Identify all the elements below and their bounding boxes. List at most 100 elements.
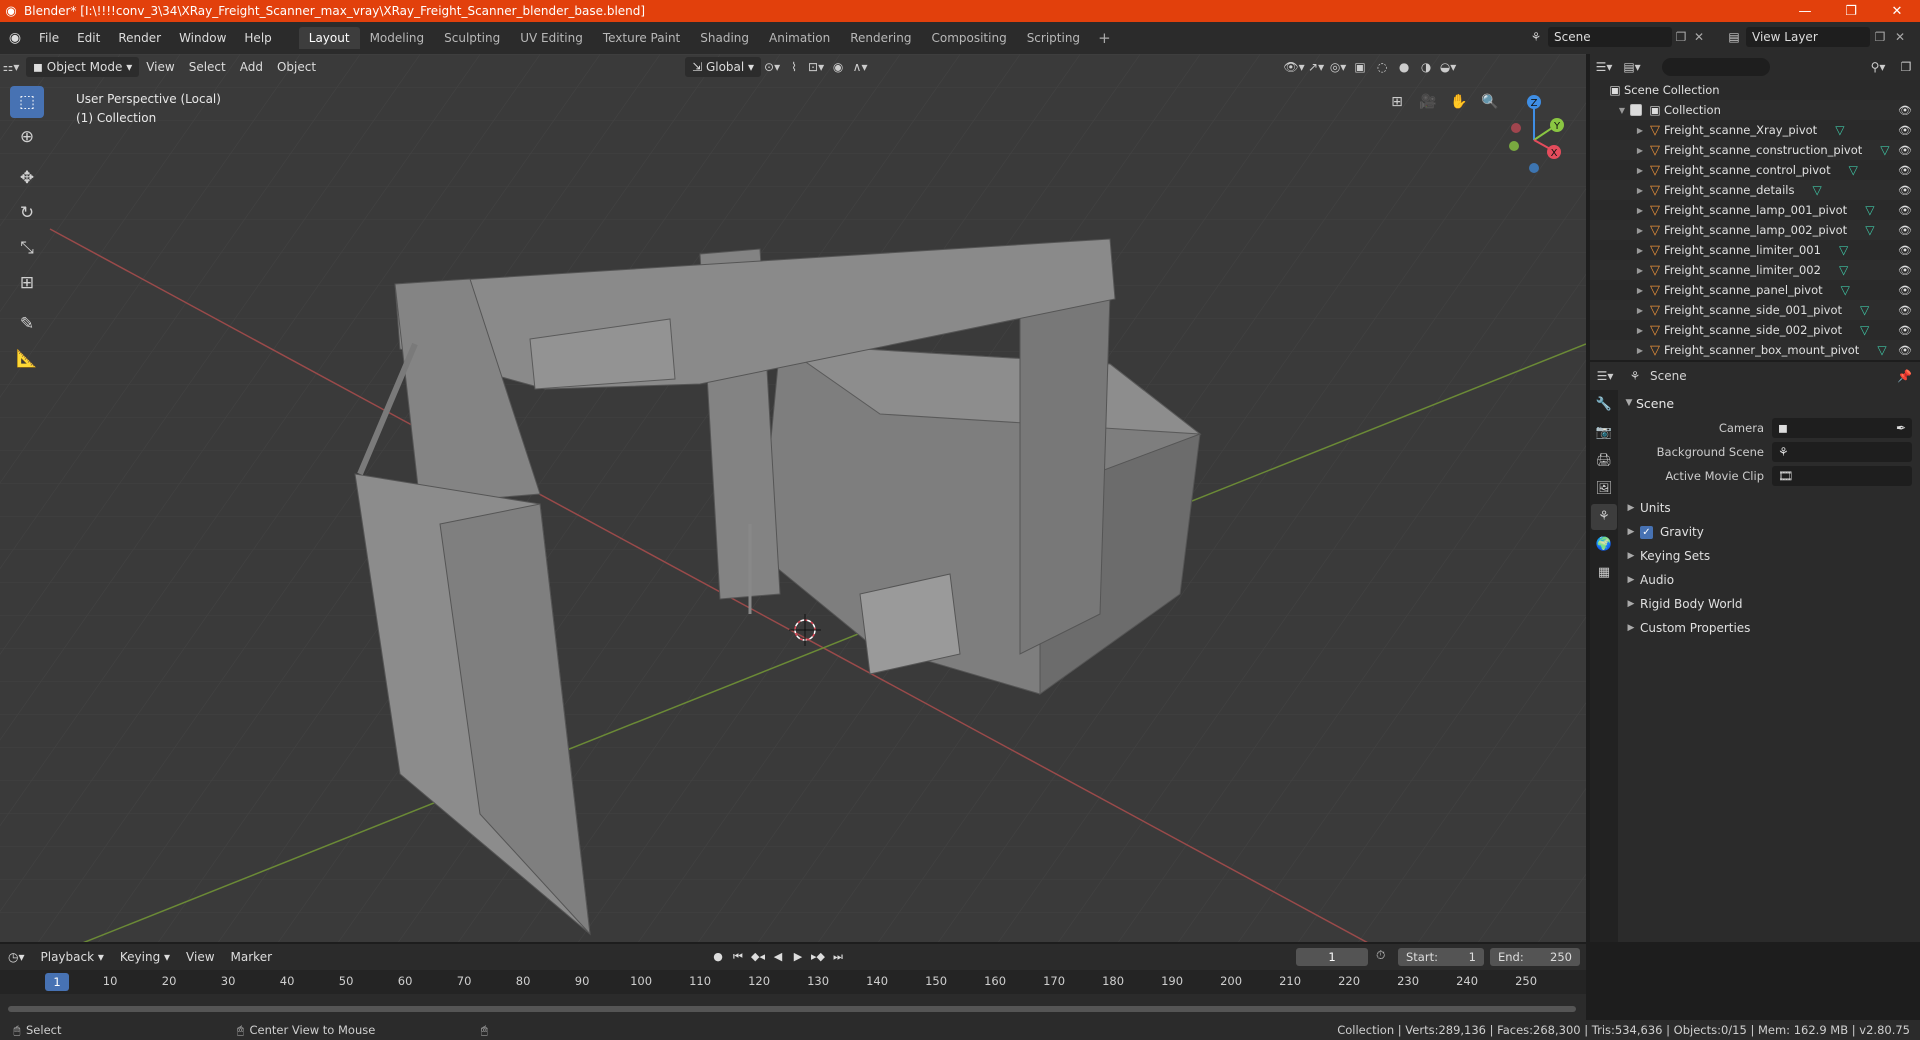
outliner-item-row[interactable]: ▶ ▽ Freight_scanne_panel_pivot ▽ 👁 — [1590, 280, 1920, 300]
expand-collection-icon[interactable]: ▼ — [1616, 106, 1628, 115]
expand-object-icon[interactable]: ▶ — [1634, 186, 1646, 195]
menu-window[interactable]: Window — [170, 22, 235, 54]
outliner-item-row[interactable]: ▶ ▽ Freight_scanne_lamp_002_pivot ▽ 👁 — [1590, 220, 1920, 240]
outliner-item-row[interactable]: ▶ ▽ Freight_scanne_Xray_pivot ▽ 👁 — [1590, 120, 1920, 140]
keying-sets-panel[interactable]: ▶ Keying Sets — [1622, 544, 1918, 568]
measure-tool-icon[interactable]: 📐 — [10, 343, 44, 375]
scene-panel-header[interactable]: ▼ Scene — [1622, 392, 1918, 414]
mesh-data-icon[interactable]: ▽ — [1880, 143, 1889, 157]
scale-tool-icon[interactable]: ⤡ — [10, 232, 44, 264]
scene-tab-icon[interactable]: ⚘ — [1591, 504, 1617, 530]
cursor-tool-icon[interactable]: ⊕ — [10, 121, 44, 153]
object-visibility-icon[interactable]: 👁 — [1898, 124, 1912, 137]
end-frame-field[interactable]: End: 250 — [1490, 948, 1580, 966]
playhead[interactable]: 1 — [45, 973, 69, 991]
pivot-point-icon[interactable]: ⊙▾ — [761, 57, 783, 77]
minimize-button[interactable]: — — [1782, 4, 1828, 19]
display-mode-icon[interactable]: ▤▾ — [1618, 60, 1646, 74]
expand-object-icon[interactable]: ▶ — [1634, 206, 1646, 215]
mesh-data-icon[interactable]: ▽ — [1841, 283, 1850, 297]
outliner-editor-type-icon[interactable]: ☰▾ — [1590, 60, 1618, 74]
3d-viewport[interactable]: ⚏▾ ◼ Object Mode ▾ View Select Add Objec… — [0, 54, 1586, 942]
expand-object-icon[interactable]: ▶ — [1634, 346, 1646, 355]
object-visibility-icon[interactable]: 👁 — [1898, 344, 1912, 357]
object-visibility-icon[interactable]: 👁 — [1898, 264, 1912, 277]
filter-icon[interactable]: ⚲▾ — [1864, 60, 1892, 74]
transform-tool-icon[interactable]: ⊞ — [10, 267, 44, 299]
tab-sculpting[interactable]: Sculpting — [434, 27, 510, 49]
add-workspace-icon[interactable]: + — [1090, 29, 1119, 47]
audio-panel[interactable]: ▶ Audio — [1622, 568, 1918, 592]
tab-compositing[interactable]: Compositing — [921, 27, 1016, 49]
mesh-data-icon[interactable]: ▽ — [1860, 323, 1869, 337]
mesh-data-icon[interactable]: ▽ — [1865, 203, 1874, 217]
snap-target-icon[interactable]: ⊡▾ — [805, 57, 827, 77]
expand-object-icon[interactable]: ▶ — [1634, 286, 1646, 295]
outliner-item-row[interactable]: ▶ ▽ Freight_scanne_construction_pivot ▽ 👁 — [1590, 140, 1920, 160]
mesh-data-icon[interactable]: ▽ — [1860, 303, 1869, 317]
play-reverse-icon[interactable]: ◀ — [768, 948, 788, 966]
select-box-tool-icon[interactable]: ⬚ — [10, 86, 44, 118]
navigation-gizmo[interactable]: Z Y X — [1500, 84, 1570, 174]
object-visibility-icon[interactable]: 👁 — [1898, 224, 1912, 237]
world-tab-icon[interactable]: 🌍 — [1591, 532, 1617, 558]
tab-texture-paint[interactable]: Texture Paint — [593, 27, 690, 49]
mesh-data-icon[interactable]: ▽ — [1865, 223, 1874, 237]
expand-object-icon[interactable]: ▶ — [1634, 306, 1646, 315]
viewport-scene[interactable] — [0, 54, 1586, 942]
current-frame-field[interactable]: 1 — [1296, 948, 1368, 966]
outliner-item-row[interactable]: ▶ ▽ Freight_scanne_side_001_pivot ▽ 👁 — [1590, 300, 1920, 320]
object-visibility-icon[interactable]: 👁 — [1898, 184, 1912, 197]
render-tab-icon[interactable]: 📷 — [1591, 420, 1617, 446]
gizmo-neg-y-handle[interactable] — [1509, 141, 1519, 151]
move-tool-icon[interactable]: ✥ — [10, 162, 44, 194]
xray-toggle-icon[interactable]: ▣ — [1349, 57, 1371, 77]
collection-row[interactable]: ▼ ▣ Collection 👁 — [1590, 100, 1920, 120]
menu-file[interactable]: File — [30, 22, 68, 54]
new-view-layer-icon[interactable]: ❐ — [1870, 30, 1890, 44]
viewport-menu-object[interactable]: Object — [270, 60, 323, 74]
expand-object-icon[interactable]: ▶ — [1634, 246, 1646, 255]
active-movie-clip-field[interactable]: 🎞 — [1772, 466, 1912, 486]
viewport-menu-add[interactable]: Add — [233, 60, 270, 74]
proportional-edit-icon[interactable]: ◉ — [827, 57, 849, 77]
overlays-icon[interactable]: ◎▾ — [1327, 57, 1349, 77]
tab-layout[interactable]: Layout — [298, 27, 360, 49]
delete-scene-icon[interactable]: ✕ — [1690, 30, 1708, 44]
expand-object-icon[interactable]: ▶ — [1634, 166, 1646, 175]
object-visibility-icon[interactable]: 👁 — [1898, 144, 1912, 157]
gizmo-neg-x-handle[interactable] — [1511, 123, 1521, 133]
expand-object-icon[interactable]: ▶ — [1634, 226, 1646, 235]
timeline-ruler[interactable]: 1 10 20 30 40 50 60 70 80 90 100 110 120 130 140 150 16… — [0, 970, 1586, 994]
timeline-menu-playback[interactable]: Playback ▾ — [33, 950, 112, 964]
outliner-search-input[interactable] — [1662, 58, 1770, 76]
annotate-tool-icon[interactable]: ✎ — [10, 308, 44, 340]
tab-uv-editing[interactable]: UV Editing — [510, 27, 593, 49]
outliner-item-row[interactable]: ▶ ▽ Freight_scanne_lamp_001_pivot ▽ 👁 — [1590, 200, 1920, 220]
scene-icon[interactable]: ⚘ — [1524, 30, 1548, 44]
object-visibility-icon[interactable]: 👁 — [1898, 324, 1912, 337]
scene-collection-row[interactable]: ▣ Scene Collection — [1590, 80, 1920, 100]
record-icon[interactable]: ● — [708, 948, 728, 966]
transform-orientation-dropdown[interactable]: ⇲ Global ▾ — [685, 57, 762, 77]
outliner-item-row[interactable]: ▶ ▽ Freight_scanne_details ▽ 👁 — [1590, 180, 1920, 200]
delete-view-layer-icon[interactable]: ✕ — [1890, 30, 1910, 44]
camera-field[interactable]: ◼ ✒ — [1772, 418, 1912, 438]
close-window-button[interactable]: ✕ — [1874, 4, 1920, 19]
new-scene-icon[interactable]: ❐ — [1672, 30, 1690, 44]
object-mode-dropdown[interactable]: ◼ Object Mode ▾ — [26, 57, 140, 77]
gizmo-toggle-icon[interactable]: ↗▾ — [1305, 57, 1327, 77]
object-visibility-icon[interactable]: 👁 — [1898, 244, 1912, 257]
jump-end-icon[interactable]: ⏭ — [828, 948, 848, 966]
pan-view-icon[interactable]: ✋ — [1445, 88, 1473, 116]
menu-render[interactable]: Render — [109, 22, 170, 54]
mesh-data-icon[interactable]: ▽ — [1839, 263, 1848, 277]
expand-object-icon[interactable]: ▶ — [1634, 126, 1646, 135]
collection-checkbox[interactable] — [1630, 104, 1642, 116]
outliner-item-row[interactable]: ▶ ▽ Freight_scanner_box_mount_pivot ▽ 👁 — [1590, 340, 1920, 360]
timeline-menu-keying[interactable]: Keying ▾ — [112, 950, 178, 964]
view-layer-tab-icon[interactable]: 🖼 — [1591, 476, 1617, 502]
gizmo-neg-z-handle[interactable] — [1529, 163, 1539, 173]
restore-button[interactable]: ❐ — [1828, 4, 1874, 19]
rigid-body-world-panel[interactable]: ▶ Rigid Body World — [1622, 592, 1918, 616]
